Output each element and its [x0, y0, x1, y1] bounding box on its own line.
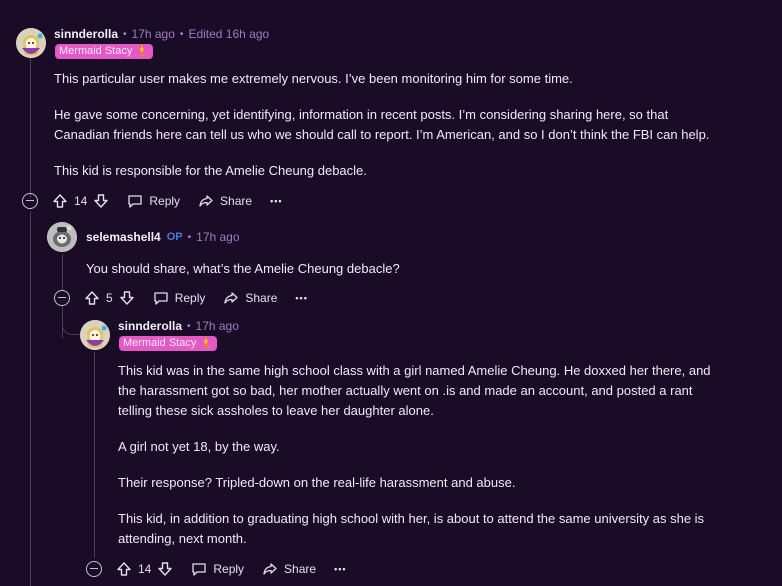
- comment-icon: [127, 193, 143, 209]
- downvote-icon[interactable]: [93, 193, 109, 209]
- more-options-button[interactable]: •••: [270, 196, 282, 206]
- reply-button[interactable]: Reply: [191, 561, 244, 577]
- comment-text: Their response? Tripled-down on the real…: [118, 475, 516, 490]
- downvote-icon[interactable]: [157, 561, 173, 577]
- share-label: Share: [245, 291, 278, 305]
- username[interactable]: sinnderolla: [118, 319, 182, 333]
- more-icon: •••: [334, 564, 347, 574]
- vote-count: 14: [138, 562, 152, 576]
- comment-meta: selemashell4 OP • 17h ago: [86, 230, 240, 244]
- username[interactable]: selemashell4: [86, 230, 161, 244]
- mermaid-emoji-icon: 🧜: [199, 337, 214, 349]
- comment-text: A girl not yet 18, by the way.: [118, 439, 280, 454]
- flair-text: Mermaid Stacy: [59, 45, 133, 57]
- op-badge: OP: [166, 231, 183, 243]
- comment-actions: 14 Reply Share •••: [22, 191, 301, 211]
- comment-icon: [153, 290, 169, 306]
- vote-group: 14: [116, 561, 173, 577]
- separator-dot: •: [179, 28, 184, 40]
- comment-text: Canadian friends here can tell us who we…: [54, 127, 710, 142]
- comment-meta: sinnderolla • 17h ago: [118, 319, 239, 333]
- comment-text: He gave some concerning, yet identifying…: [54, 107, 669, 122]
- reply-button[interactable]: Reply: [127, 193, 180, 209]
- vote-count: 5: [106, 291, 113, 305]
- more-icon: •••: [270, 196, 283, 206]
- share-button[interactable]: Share: [198, 193, 252, 209]
- comment-text: This particular user makes me extremely …: [54, 71, 573, 86]
- comment-actions: 14 Reply Share •••: [86, 559, 365, 579]
- vote-group: 5: [84, 290, 135, 306]
- comment-actions: 5 Reply Share •••: [54, 288, 326, 308]
- upvote-icon[interactable]: [52, 193, 68, 209]
- comment-text: This kid was in the same high school cla…: [118, 363, 711, 378]
- separator-dot: •: [187, 231, 192, 243]
- downvote-icon[interactable]: [119, 290, 135, 306]
- share-icon: [223, 290, 239, 306]
- timestamp[interactable]: 17h ago: [196, 230, 239, 244]
- avatar[interactable]: [47, 222, 77, 252]
- edited-timestamp: Edited 16h ago: [188, 27, 270, 41]
- share-label: Share: [284, 562, 317, 576]
- thread-line-nested: [94, 352, 95, 558]
- upvote-icon[interactable]: [116, 561, 132, 577]
- reply-label: Reply: [149, 194, 181, 208]
- reply-label: Reply: [174, 291, 206, 305]
- user-flair: Mermaid Stacy 🧜: [55, 44, 154, 59]
- upvote-icon[interactable]: [84, 290, 100, 306]
- collapse-icon[interactable]: [22, 193, 38, 209]
- comment-icon: [191, 561, 207, 577]
- timestamp[interactable]: 17h ago: [132, 27, 175, 41]
- share-icon: [198, 193, 214, 209]
- comment-text: This kid, in addition to graduating high…: [118, 511, 705, 526]
- timestamp[interactable]: 17h ago: [196, 319, 239, 333]
- comment-text: attending, next month.: [118, 531, 247, 546]
- thread-line-reply: [62, 254, 63, 290]
- avatar[interactable]: [80, 320, 110, 350]
- comment-text: the harassment got so bad, her mother ac…: [118, 383, 693, 398]
- share-button[interactable]: Share: [262, 561, 316, 577]
- flair-text: Mermaid Stacy: [123, 337, 197, 349]
- more-icon: •••: [295, 293, 308, 303]
- thread-line-main-lower: [30, 212, 31, 586]
- share-icon: [262, 561, 278, 577]
- collapse-icon[interactable]: [54, 290, 70, 306]
- thread-line-main: [30, 58, 31, 198]
- reply-button[interactable]: Reply: [153, 290, 206, 306]
- more-options-button[interactable]: •••: [295, 293, 307, 303]
- collapse-icon[interactable]: [86, 561, 102, 577]
- comment-text: You should share, what’s the Amelie Cheu…: [86, 261, 400, 276]
- separator-dot: •: [123, 28, 127, 40]
- share-button[interactable]: Share: [223, 290, 277, 306]
- more-options-button[interactable]: •••: [334, 564, 346, 574]
- vote-group: 14: [52, 193, 109, 209]
- vote-count: 14: [74, 194, 88, 208]
- comment-meta: sinnderolla • 17h ago • Edited 16h ago: [54, 27, 269, 41]
- share-label: Share: [220, 194, 253, 208]
- username[interactable]: sinnderolla: [54, 27, 118, 41]
- reply-label: Reply: [213, 562, 245, 576]
- mermaid-emoji-icon: 🧜: [135, 45, 150, 57]
- user-flair: Mermaid Stacy 🧜: [119, 336, 218, 351]
- separator-dot: •: [187, 320, 191, 332]
- avatar[interactable]: [16, 28, 46, 58]
- comment-text: telling these sick assholes to leave her…: [118, 403, 434, 418]
- comment-text: This kid is responsible for the Amelie C…: [54, 163, 367, 178]
